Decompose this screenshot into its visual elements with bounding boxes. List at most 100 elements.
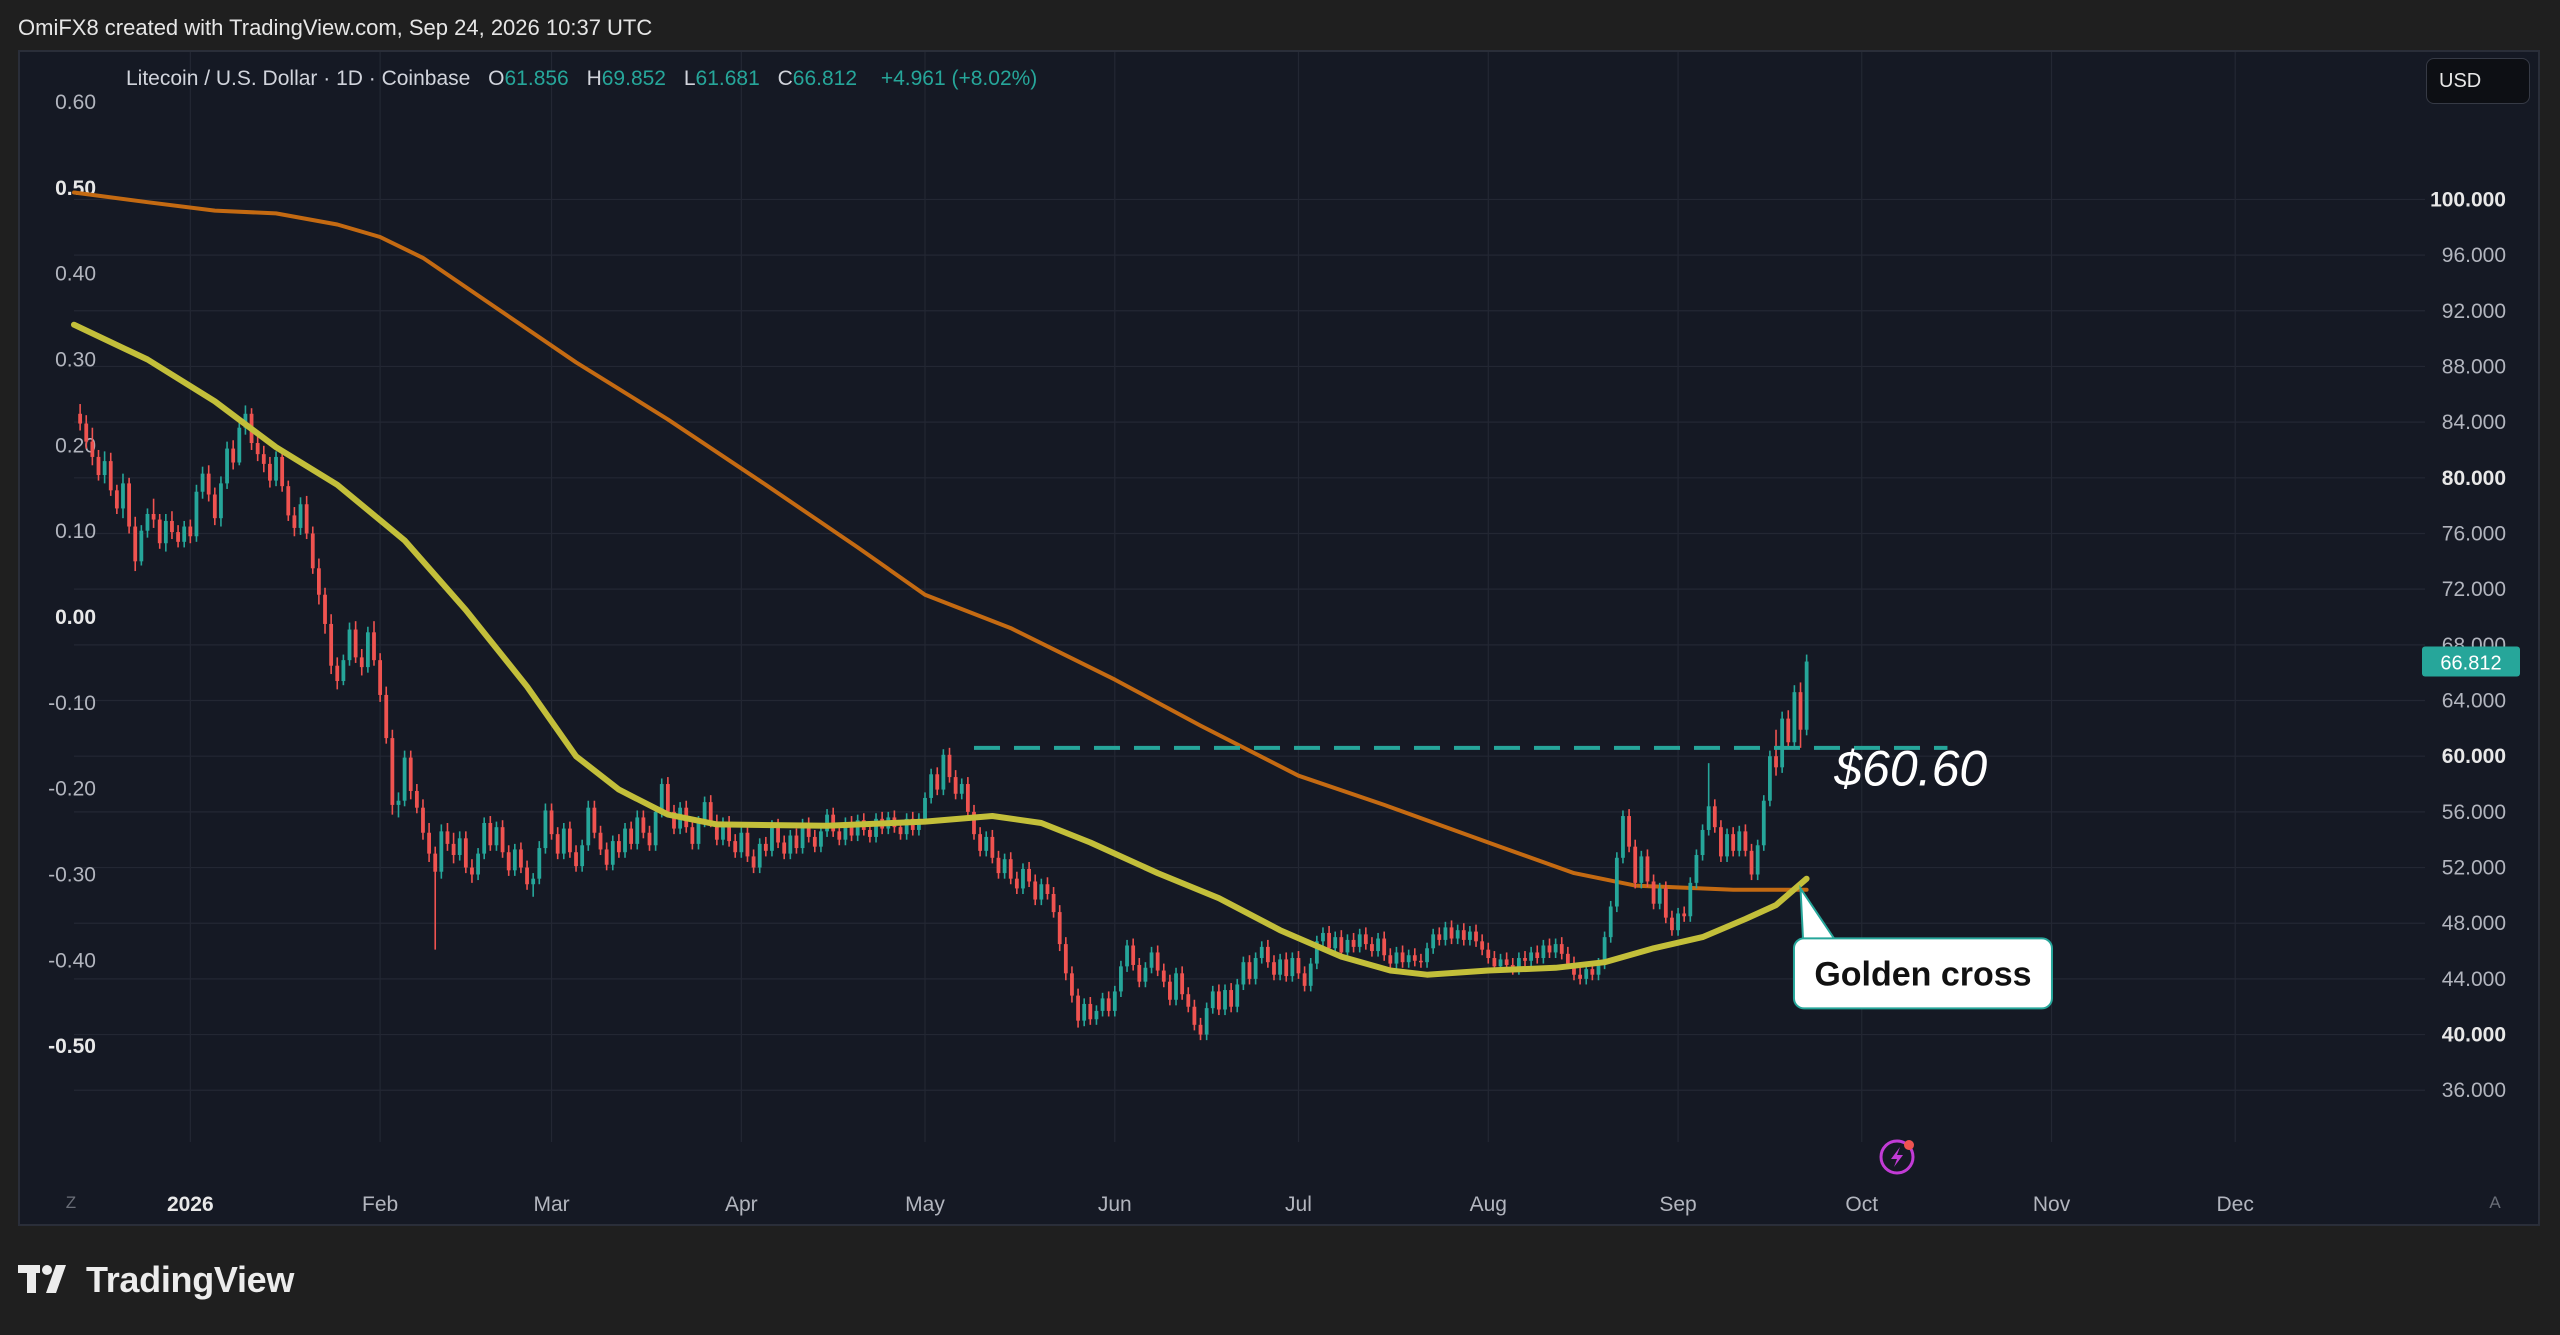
candle-body	[1082, 1003, 1087, 1021]
candle-body	[1614, 857, 1619, 907]
candle-body	[763, 843, 768, 851]
candle-down	[500, 820, 505, 858]
candle-body	[1719, 827, 1723, 857]
candle-down	[1388, 948, 1393, 970]
candle-down	[714, 814, 719, 846]
candle-body	[500, 827, 505, 853]
candle-up	[1706, 763, 1711, 836]
candle-down	[1008, 852, 1013, 885]
candle-down	[733, 834, 738, 858]
candle-up	[1780, 711, 1785, 773]
candle-up	[843, 817, 848, 846]
candle-body	[365, 632, 370, 668]
candle-down	[782, 835, 787, 860]
candle-body	[635, 817, 640, 844]
candle-body	[959, 784, 964, 794]
candle-body	[445, 831, 450, 844]
candle-body	[286, 486, 291, 516]
candle-body	[1725, 834, 1729, 857]
candle-down	[1057, 905, 1062, 952]
candle-body	[219, 483, 223, 519]
candle-body	[1149, 952, 1154, 968]
candle-up	[121, 473, 125, 519]
candle-body	[1406, 955, 1411, 963]
candle-down	[745, 825, 750, 862]
candle-body	[494, 827, 499, 846]
candle-body	[978, 834, 983, 851]
candle-down	[96, 449, 101, 481]
candle-down	[421, 799, 425, 840]
candle-up	[494, 821, 499, 851]
candle-up	[512, 843, 517, 876]
time-axis-tick-label: Nov	[2033, 1193, 2071, 1216]
candle-up	[855, 814, 860, 842]
candle-body	[1529, 952, 1534, 961]
candle-body	[1682, 913, 1687, 917]
candle-body	[1633, 846, 1638, 883]
candle-body	[1247, 962, 1252, 979]
candle-body	[1498, 959, 1503, 967]
candle-up	[610, 835, 615, 871]
candle-body	[568, 828, 572, 853]
candle-down	[1363, 927, 1368, 950]
candle-body	[1431, 934, 1436, 949]
left-axis-tick-label: -0.20	[48, 778, 96, 801]
candle-up	[1737, 825, 1742, 857]
candle-body	[463, 838, 468, 868]
candle-body	[1621, 816, 1625, 858]
candle-up	[347, 622, 352, 666]
candle-down	[1063, 937, 1068, 981]
time-axis-tick-label: Jul	[1285, 1193, 1312, 1216]
candle-down	[1051, 887, 1056, 918]
candle-body	[1492, 958, 1497, 967]
candle-down	[1216, 984, 1221, 1016]
candle-body	[1694, 855, 1699, 883]
candle-body	[1223, 990, 1227, 1010]
candle-up	[586, 800, 591, 851]
candle-body	[182, 526, 187, 542]
candle-up	[402, 750, 407, 807]
candle-body	[127, 483, 131, 527]
candle-body	[837, 831, 842, 840]
candle-down	[568, 821, 572, 858]
chart-credit: OmiFX8 created with TradingView.com, Sep…	[18, 15, 653, 40]
candle-up	[1529, 946, 1534, 967]
candle-up	[1694, 849, 1699, 889]
right-axis-tick-label: 76.000	[2442, 522, 2506, 545]
candle-body	[347, 629, 352, 661]
candle-up	[1541, 939, 1546, 964]
candle-down	[133, 516, 138, 572]
candle-down	[953, 770, 958, 800]
candle-body	[176, 532, 180, 542]
candle-down	[384, 686, 389, 744]
candle-up	[1204, 1002, 1209, 1041]
candle-body	[794, 835, 799, 849]
last-price-tag-group: 66.812	[2422, 646, 2520, 677]
chart-panel[interactable]: -0.50 -0.40 -0.30 -0.20 -0.10 0.00 0.10 0.20 0.3…	[18, 50, 2540, 1226]
candle-down	[372, 621, 376, 666]
candle-down	[1131, 938, 1136, 971]
candle-up	[139, 525, 144, 566]
price-chart[interactable]: -0.50 -0.40 -0.30 -0.20 -0.10 0.00 0.10 0.20 0.3…	[20, 52, 2538, 1224]
candle-down	[78, 404, 83, 431]
candle-down	[965, 777, 970, 818]
currency-button[interactable]: USD	[2426, 58, 2530, 104]
candle-body	[96, 456, 101, 476]
candle-down	[727, 816, 731, 847]
auto-scale-right-button[interactable]: A	[2482, 1190, 2508, 1216]
auto-scale-left-button[interactable]: Z	[58, 1190, 84, 1216]
candle-body	[812, 836, 817, 847]
tradingview-brand: TradingView	[18, 1258, 294, 1302]
candle-down	[1180, 966, 1185, 1000]
candle-body	[1339, 937, 1344, 953]
right-axis-tick-label: 36.000	[2442, 1079, 2506, 1102]
candle-up	[1094, 1005, 1099, 1025]
candle-down	[1370, 937, 1374, 957]
candle-body	[439, 831, 444, 872]
candle-body	[421, 807, 425, 833]
candle-up	[941, 749, 946, 796]
candle-down	[672, 804, 676, 835]
candle-down	[292, 507, 297, 537]
candle-down	[1045, 877, 1050, 900]
candle-body	[647, 832, 652, 846]
